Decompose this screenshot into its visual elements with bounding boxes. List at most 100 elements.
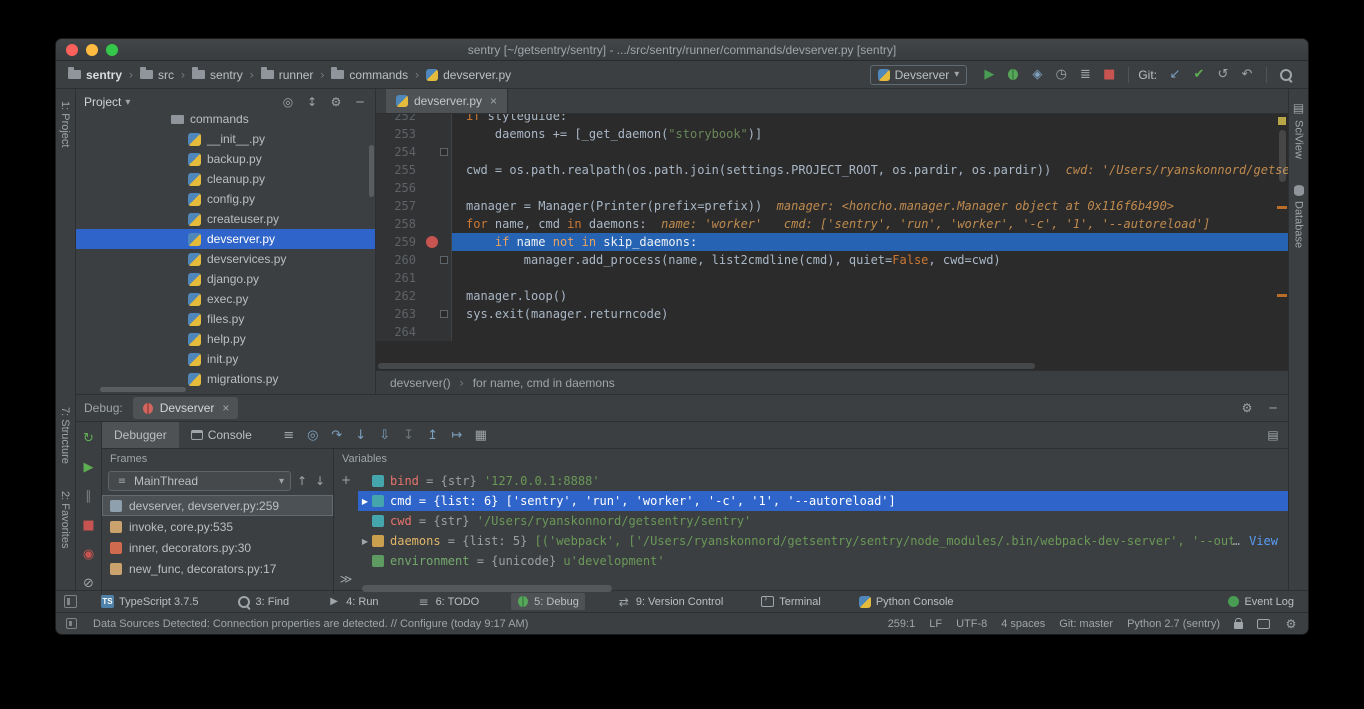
- variable-row-bind[interactable]: bind = {str} '127.0.0.1:8888': [358, 471, 1288, 491]
- step-into-button[interactable]: ↓: [350, 424, 372, 446]
- breadcrumb-item-devserver-py[interactable]: devserver.py: [424, 68, 513, 82]
- code-text[interactable]: manager = Manager(Printer(prefix=prefix)…: [452, 197, 1288, 215]
- thread-selector[interactable]: ≡ MainThread ▾: [108, 471, 291, 491]
- view-breakpoints-button[interactable]: ◉: [78, 543, 100, 565]
- tree-item-cleanup-py[interactable]: cleanup.py: [76, 169, 375, 189]
- show-execution-point-button[interactable]: ◎: [302, 424, 324, 446]
- update-project-button[interactable]: ↙: [1163, 64, 1187, 86]
- breadcrumb-item-src[interactable]: src: [138, 68, 176, 82]
- variables-scrollbar[interactable]: [362, 585, 612, 592]
- error-stripe-mark[interactable]: [1277, 206, 1287, 209]
- line-number[interactable]: 260: [376, 251, 422, 269]
- editor-horizontal-scrollbar[interactable]: [376, 362, 1288, 370]
- show-history-button[interactable]: ↺: [1211, 64, 1235, 86]
- code-text[interactable]: if styleguide:: [452, 114, 1288, 125]
- step-over-button[interactable]: ↷: [326, 424, 348, 446]
- zoom-window-button[interactable]: [106, 44, 118, 56]
- toolwindow-button-5-debug[interactable]: 5: Debug: [511, 593, 585, 610]
- monitor-icon[interactable]: [1257, 619, 1270, 629]
- stripe-button-7-structure[interactable]: 7: Structure: [59, 407, 71, 464]
- commit-button[interactable]: ✔: [1187, 64, 1211, 86]
- breadcrumb-item-sentry[interactable]: sentry: [190, 68, 245, 82]
- line-number[interactable]: 252: [376, 114, 422, 125]
- pause-button[interactable]: ∥: [78, 485, 100, 507]
- concurrency-button[interactable]: ≣: [1073, 64, 1097, 86]
- expander-icon[interactable]: ▶: [358, 537, 372, 546]
- tree-item-help-py[interactable]: help.py: [76, 329, 375, 349]
- breadcrumb-devserver[interactable]: devserver(): [390, 376, 451, 390]
- code-text[interactable]: [452, 179, 1288, 197]
- tree-item-exec-py[interactable]: exec.py: [76, 289, 375, 309]
- run-to-cursor-button[interactable]: ↦: [446, 424, 468, 446]
- breakpoint-icon[interactable]: [426, 236, 438, 248]
- gear-icon[interactable]: ⚙: [1284, 617, 1298, 631]
- code-editor[interactable]: 252if styleguide:253 daemons += [_get_da…: [376, 114, 1288, 362]
- restore-layout-button[interactable]: ≡: [278, 424, 300, 446]
- minimize-window-button[interactable]: [86, 44, 98, 56]
- variable-row-environment[interactable]: environment = {unicode} u'development': [358, 551, 1288, 571]
- toolwindow-button-4-run[interactable]: ▶4: Run: [321, 593, 384, 611]
- view-as-table-button[interactable]: ▦: [470, 424, 492, 446]
- project-panel-title[interactable]: Project: [84, 95, 121, 109]
- status-item-259-1[interactable]: 259:1: [888, 618, 916, 630]
- status-item-python-2-7-sentry[interactable]: Python 2.7 (sentry): [1127, 618, 1220, 630]
- toolwindow-button-terminal[interactable]: Terminal: [755, 594, 827, 610]
- code-text[interactable]: sys.exit(manager.returncode): [452, 305, 1288, 323]
- profiler-button[interactable]: ◷: [1049, 64, 1073, 86]
- debug-tab-debugger[interactable]: Debugger: [102, 422, 179, 448]
- tree-item-files-py[interactable]: files.py: [76, 309, 375, 329]
- line-number[interactable]: 254: [376, 143, 422, 161]
- breadcrumb-item-runner[interactable]: runner: [259, 68, 316, 82]
- tree-item-django-py[interactable]: django.py: [76, 269, 375, 289]
- toolwindow-button-9-version-control[interactable]: ⇄9: Version Control: [611, 593, 729, 611]
- fold-marker-icon[interactable]: [440, 148, 448, 156]
- run-button[interactable]: ▶: [977, 64, 1001, 86]
- fold-marker-icon[interactable]: [440, 256, 448, 264]
- tree-item-devserver-py[interactable]: devserver.py: [76, 229, 375, 249]
- tree-item-init-py[interactable]: init.py: [76, 349, 375, 369]
- status-item-4-spaces[interactable]: 4 spaces: [1001, 618, 1045, 630]
- code-text[interactable]: manager.loop(): [452, 287, 1288, 305]
- stripe-button-sciview[interactable]: ▤SciView: [1289, 101, 1308, 159]
- coverage-button[interactable]: ◈: [1025, 64, 1049, 86]
- line-number[interactable]: 253: [376, 125, 422, 143]
- line-number[interactable]: 259: [376, 233, 422, 251]
- line-number[interactable]: 261: [376, 269, 422, 287]
- search-everywhere-button[interactable]: [1274, 64, 1298, 86]
- previous-frame-button[interactable]: ↑: [295, 474, 309, 488]
- layout-settings-icon[interactable]: ▤: [1266, 428, 1280, 442]
- error-stripe-warning-mark[interactable]: [1278, 117, 1286, 125]
- rollback-button[interactable]: ↶: [1235, 64, 1259, 86]
- close-session-icon[interactable]: ×: [222, 401, 229, 415]
- frame-item[interactable]: inner, decorators.py:30: [102, 537, 333, 558]
- toolwindow-button-event-log[interactable]: Event Log: [1222, 594, 1300, 610]
- breadcrumb-for-name-cmd-in-daemons[interactable]: for name, cmd in daemons: [473, 376, 615, 390]
- close-tab-icon[interactable]: ×: [490, 94, 497, 108]
- gear-icon[interactable]: ⚙: [329, 95, 343, 109]
- resume-button[interactable]: ▶: [78, 456, 100, 478]
- toolwindow-button-python-console[interactable]: Python Console: [853, 594, 960, 610]
- chevron-down-icon[interactable]: ▾: [125, 97, 130, 108]
- editor-tab-devserver[interactable]: devserver.py ×: [386, 89, 508, 113]
- toolwindow-button-3-find[interactable]: 3: Find: [231, 593, 296, 611]
- tree-item-config-py[interactable]: config.py: [76, 189, 375, 209]
- editor-scrollbar-thumb[interactable]: [1279, 130, 1286, 182]
- rerun-button[interactable]: ↻: [78, 427, 100, 449]
- code-text[interactable]: [452, 323, 1288, 341]
- stop-button[interactable]: ■: [78, 514, 100, 536]
- tree-item-init-py[interactable]: __init__.py: [76, 129, 375, 149]
- tree-item-devservices-py[interactable]: devservices.py: [76, 249, 375, 269]
- code-text[interactable]: cwd = os.path.realpath(os.path.join(sett…: [452, 161, 1288, 179]
- variable-row-cmd[interactable]: ▶cmd = {list: 6} ['sentry', 'run', 'work…: [358, 491, 1288, 511]
- expander-icon[interactable]: ▶: [358, 497, 372, 506]
- tree-item-backup-py[interactable]: backup.py: [76, 149, 375, 169]
- locate-file-button[interactable]: ◎: [281, 95, 295, 109]
- force-step-into-button[interactable]: ↧: [398, 424, 420, 446]
- tree-item-migrations-py[interactable]: migrations.py: [76, 369, 375, 389]
- code-text[interactable]: manager.add_process(name, list2cmdline(c…: [452, 251, 1288, 269]
- frame-item[interactable]: invoke, core.py:535: [102, 516, 333, 537]
- run-config-selector[interactable]: Devserver ▾: [870, 65, 968, 85]
- variable-row-cwd[interactable]: cwd = {str} '/Users/ryanskonnord/getsent…: [358, 511, 1288, 531]
- line-number[interactable]: 256: [376, 179, 422, 197]
- hide-panel-button[interactable]: ─: [353, 95, 367, 109]
